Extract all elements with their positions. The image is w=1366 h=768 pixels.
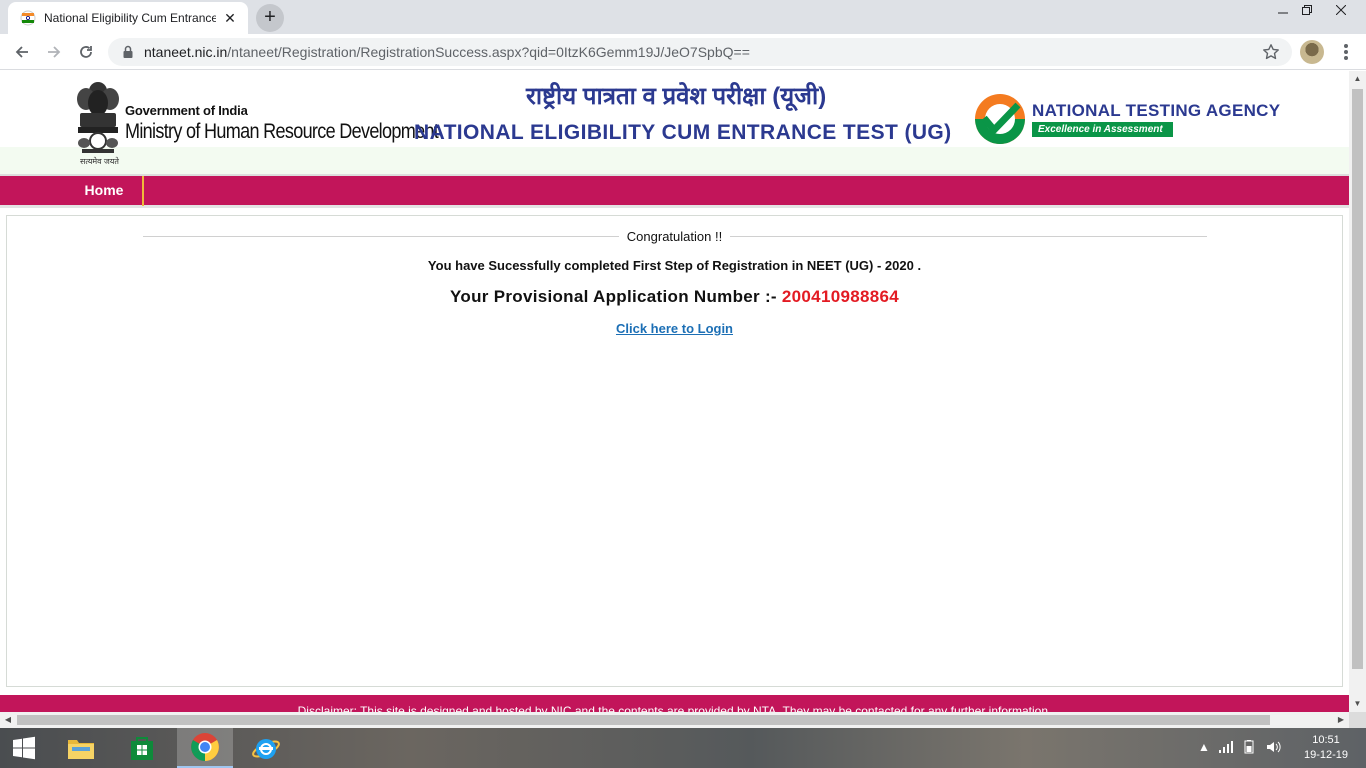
scrollbar-corner	[1349, 712, 1366, 728]
show-hidden-icons-chevron-icon[interactable]: ▲	[1198, 740, 1210, 756]
scroll-right-arrow-icon[interactable]: ▶	[1333, 712, 1349, 728]
main-menu: Home	[0, 174, 1349, 208]
tab-title: National Eligibility Cum Entrance	[44, 11, 216, 25]
restore-icon[interactable]	[1292, 0, 1322, 20]
scroll-up-arrow-icon[interactable]: ▲	[1349, 71, 1366, 87]
footer-disclaimer: Disclaimer: This site is designed and ho…	[0, 695, 1349, 712]
network-signal-icon[interactable]	[1218, 740, 1234, 756]
url-text: ntaneet.nic.in/ntaneet/Registration/Regi…	[144, 44, 750, 60]
hindi-page-title: राष्ट्रीय पात्रता व प्रवेश परीक्षा (यूजी…	[526, 83, 827, 110]
volume-icon[interactable]	[1266, 740, 1282, 756]
scroll-down-arrow-icon[interactable]: ▼	[1349, 696, 1366, 712]
browser-menu-icon[interactable]	[1338, 42, 1354, 62]
system-clock[interactable]: 10:51 19-12-19	[1296, 733, 1356, 763]
site-header: Government of India Ministry of Human Re…	[0, 71, 1349, 174]
horizontal-scrollbar[interactable]: ◀ ▶	[0, 712, 1349, 728]
store-icon[interactable]	[118, 728, 166, 768]
motto-text: सत्यमेव जयते	[80, 157, 119, 166]
clock-time: 10:51	[1312, 734, 1340, 746]
file-explorer-icon[interactable]	[57, 728, 105, 768]
url-path: /ntaneet/Registration/RegistrationSucces…	[227, 44, 750, 60]
profile-avatar[interactable]	[1300, 40, 1324, 64]
congratulation-legend: Congratulation !!	[7, 228, 1342, 246]
forward-arrow-icon[interactable]	[40, 38, 68, 66]
start-button-windows-icon[interactable]	[0, 728, 48, 768]
agency-name: NATIONAL TESTING AGENCY	[1032, 101, 1281, 120]
agency-tagline: Excellence in Assessment	[1032, 122, 1173, 137]
back-arrow-icon[interactable]	[8, 38, 36, 66]
registration-success-panel: Congratulation !! You have Sucessfully c…	[6, 215, 1343, 687]
horizontal-scroll-thumb[interactable]	[17, 715, 1270, 725]
browser-tabstrip: National Eligibility Cum Entrance ✕ +	[0, 0, 1366, 34]
menu-item-home[interactable]: Home	[66, 176, 144, 206]
scroll-left-arrow-icon[interactable]: ◀	[0, 712, 16, 728]
government-of-india-text: Government of India	[125, 103, 248, 118]
battery-icon[interactable]	[1242, 740, 1258, 756]
window-close-icon[interactable]	[1326, 0, 1356, 20]
url-domain: ntaneet.nic.in	[144, 44, 228, 60]
login-link-row: Click here to Login	[7, 320, 1342, 338]
header-band	[0, 147, 1349, 174]
page-viewport: Government of India Ministry of Human Re…	[0, 71, 1349, 712]
tab-close-icon[interactable]: ✕	[222, 10, 238, 26]
bookmark-star-icon[interactable]	[1262, 43, 1280, 61]
new-tab-button[interactable]: +	[256, 4, 284, 32]
browser-toolbar: ntaneet.nic.in/ntaneet/Registration/Regi…	[0, 34, 1366, 70]
login-link[interactable]: Click here to Login	[616, 321, 733, 336]
vertical-scroll-thumb[interactable]	[1352, 89, 1363, 669]
chrome-taskbar-icon[interactable]	[177, 728, 233, 768]
page-title: NATIONAL ELIGIBILITY CUM ENTRANCE TEST (…	[414, 121, 952, 144]
site-favicon-icon	[20, 10, 36, 26]
vertical-scrollbar[interactable]: ▲ ▼	[1349, 71, 1366, 712]
application-number: 200410988864	[781, 287, 899, 306]
congratulation-text: Congratulation !!	[618, 229, 731, 244]
address-bar[interactable]: ntaneet.nic.in/ntaneet/Registration/Regi…	[108, 38, 1292, 66]
internet-explorer-icon[interactable]	[242, 728, 290, 768]
application-number-line: Your Provisional Application Number :- 2…	[7, 287, 1342, 307]
ministry-name: Ministry of Human Resource Development	[125, 120, 439, 143]
national-emblem-icon	[77, 82, 119, 153]
browser-tab[interactable]: National Eligibility Cum Entrance ✕	[8, 2, 248, 34]
taskbar: ▲ 10:51 19-12-19	[0, 728, 1366, 768]
lock-icon[interactable]	[120, 44, 136, 60]
nta-logo-icon	[975, 94, 1025, 144]
application-number-label: Your Provisional Application Number :-	[450, 287, 777, 306]
success-message: You have Sucessfully completed First Ste…	[427, 258, 922, 273]
clock-date: 19-12-19	[1303, 749, 1349, 761]
reload-icon[interactable]	[72, 38, 100, 66]
